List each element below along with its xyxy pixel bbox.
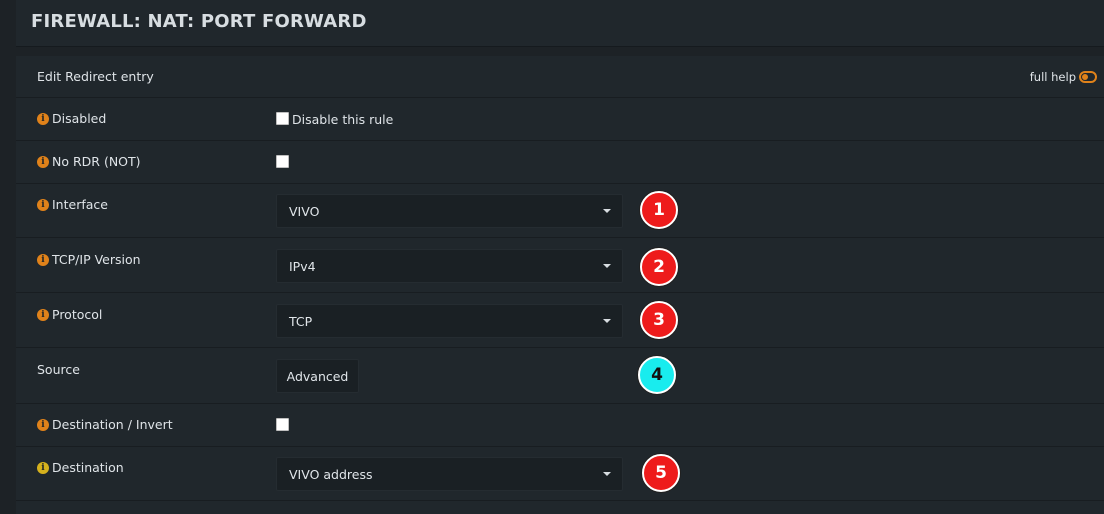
protocol-select-value: TCP xyxy=(289,314,313,329)
protocol-label-group: i Protocol xyxy=(37,307,102,322)
page-header: FIREWALL: NAT: PORT FORWARD xyxy=(16,0,1104,47)
panel-heading-row: Edit Redirect entry full help xyxy=(16,56,1104,98)
tcpip-label-group: i TCP/IP Version xyxy=(37,252,141,267)
info-icon[interactable]: i xyxy=(37,461,49,474)
row-tcpip-version: i TCP/IP Version IPv4 2 xyxy=(16,237,1104,293)
chevron-down-icon xyxy=(603,319,611,323)
info-icon[interactable]: i xyxy=(37,308,49,321)
disable-rule-label[interactable]: Disable this rule xyxy=(292,112,393,127)
no-rdr-label-group: i No RDR (NOT) xyxy=(37,154,141,169)
no-rdr-label: No RDR (NOT) xyxy=(52,154,141,169)
disabled-label-group: i Disabled xyxy=(37,111,106,126)
tcpip-version-label: TCP/IP Version xyxy=(52,252,141,267)
destination-select[interactable]: VIVO address xyxy=(276,457,623,491)
tcpip-version-select-value: IPv4 xyxy=(289,259,316,274)
interface-select-value: VIVO xyxy=(289,204,320,219)
annotation-marker-3: 3 xyxy=(640,301,678,339)
source-advanced-button[interactable]: Advanced xyxy=(276,359,359,393)
annotation-marker-5: 5 xyxy=(642,454,680,492)
tcpip-version-select[interactable]: IPv4 xyxy=(276,249,623,283)
info-icon[interactable]: i xyxy=(37,253,49,266)
page-title: FIREWALL: NAT: PORT FORWARD xyxy=(31,11,367,32)
protocol-label: Protocol xyxy=(52,307,103,322)
disable-rule-checkbox[interactable] xyxy=(276,112,289,125)
destination-invert-label-group: i Destination / Invert xyxy=(37,417,173,432)
toggle-icon[interactable] xyxy=(1079,71,1097,83)
no-rdr-checkbox[interactable] xyxy=(276,155,289,168)
chevron-down-icon xyxy=(603,472,611,476)
annotation-marker-1: 1 xyxy=(640,191,678,229)
source-label: Source xyxy=(37,362,80,377)
row-destination: i Destination VIVO address 5 xyxy=(16,446,1104,501)
row-no-rdr: i No RDR (NOT) xyxy=(16,140,1104,184)
disabled-label: Disabled xyxy=(52,111,107,126)
interface-label-group: i Interface xyxy=(37,197,108,212)
annotation-marker-4: 4 xyxy=(638,356,676,394)
chevron-down-icon xyxy=(603,209,611,213)
info-icon[interactable]: i xyxy=(37,198,49,211)
info-icon[interactable]: i xyxy=(37,418,49,431)
row-protocol: i Protocol TCP 3 xyxy=(16,292,1104,348)
info-icon[interactable]: i xyxy=(37,155,49,168)
full-help-toggle[interactable]: full help xyxy=(1030,70,1097,84)
chevron-down-icon xyxy=(603,264,611,268)
edit-redirect-panel: Edit Redirect entry full help i Disabled… xyxy=(16,56,1104,514)
interface-select[interactable]: VIVO xyxy=(276,194,623,228)
destination-label-group: i Destination xyxy=(37,460,124,475)
info-icon[interactable]: i xyxy=(37,112,49,125)
row-interface: i Interface VIVO 1 xyxy=(16,183,1104,238)
interface-label: Interface xyxy=(52,197,108,212)
destination-select-value: VIVO address xyxy=(289,467,373,482)
destination-invert-label: Destination / Invert xyxy=(52,417,173,432)
full-help-label: full help xyxy=(1029,70,1076,84)
row-destination-invert: i Destination / Invert xyxy=(16,403,1104,447)
row-source: Source Advanced 4 xyxy=(16,347,1104,404)
destination-invert-checkbox[interactable] xyxy=(276,418,289,431)
destination-label: Destination xyxy=(52,460,124,475)
panel-heading: Edit Redirect entry xyxy=(37,69,154,84)
row-disabled: i Disabled Disable this rule xyxy=(16,97,1104,141)
protocol-select[interactable]: TCP xyxy=(276,304,623,338)
annotation-marker-2: 2 xyxy=(640,248,678,286)
